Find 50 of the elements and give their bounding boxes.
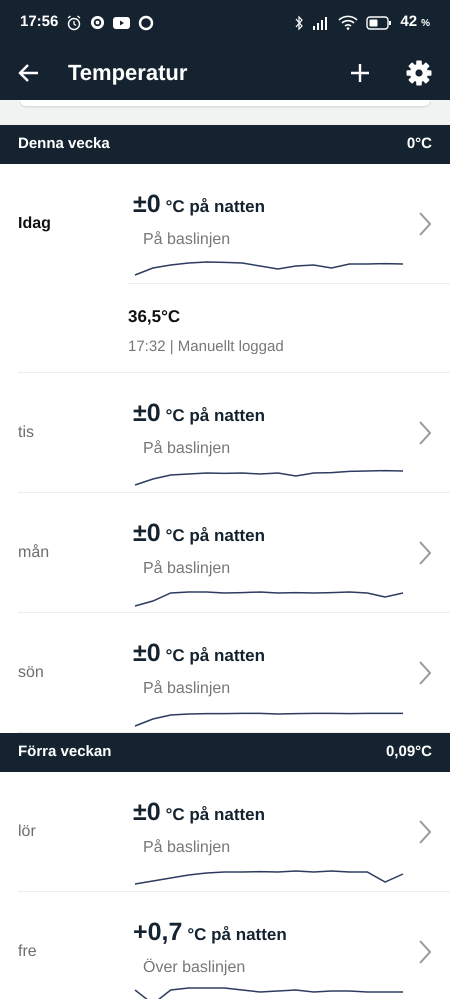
logged-temperature: 36,5°C [128,306,182,328]
night-value: ±0 [133,638,161,669]
day-label: mån [18,542,50,562]
night-unit: °C på natten [166,804,265,826]
back-button[interactable] [18,62,40,82]
night-value: ±0 [133,518,161,549]
section-value: 0°C [406,134,432,154]
chevron-icon[interactable] [418,210,432,236]
chevron-icon[interactable] [418,540,432,566]
day-label: lör [18,822,37,842]
add-button[interactable] [350,62,370,82]
day-label: fre [18,942,38,962]
section-title: Förra veckan [18,742,112,762]
bluetooth-icon [294,14,304,30]
wifi-icon [338,15,358,30]
night-unit: °C på natten [166,405,265,427]
day-label: Idag [18,214,52,234]
battery-percent: 42 [400,12,418,32]
chevron-icon[interactable] [418,420,432,446]
circle-icon [138,14,154,30]
night-unit: °C på natten [166,525,265,547]
night-unit: °C på natten [166,196,265,218]
night-value: ±0 [133,189,161,220]
screen-title: Temperatur [68,59,188,87]
night-unit: °C på natten [166,645,265,667]
section-title: Denna vecka [18,134,110,154]
baseline-status: På baslinjen [143,838,232,858]
log-detail: 17:32 | Manuellt loggad [128,336,285,356]
section-value: 0,09°C [386,742,432,762]
night-value: ±0 [133,398,161,429]
night-value: +0,7 [133,917,182,948]
day-label: tis [18,422,35,442]
chevron-icon[interactable] [418,938,432,964]
baseline-status: Över baslinjen [143,958,246,978]
day-label: sön [18,662,45,682]
night-unit: °C på natten [187,924,287,946]
alarm-icon [66,14,82,30]
settings-button[interactable] [406,60,432,86]
baseline-status: På baslinjen [143,438,232,458]
battery-icon [366,16,392,30]
play-icon [113,16,130,30]
record-icon [90,15,106,30]
chevron-icon[interactable] [418,818,432,844]
baseline-status: På baslinjen [143,558,232,578]
night-value: ±0 [133,797,161,828]
baseline-status: På baslinjen [143,230,232,250]
chevron-icon[interactable] [418,660,432,686]
percent-sign: % [421,17,430,32]
baseline-status: På baslinjen [143,678,232,698]
clock-text: 17:56 [20,12,58,32]
